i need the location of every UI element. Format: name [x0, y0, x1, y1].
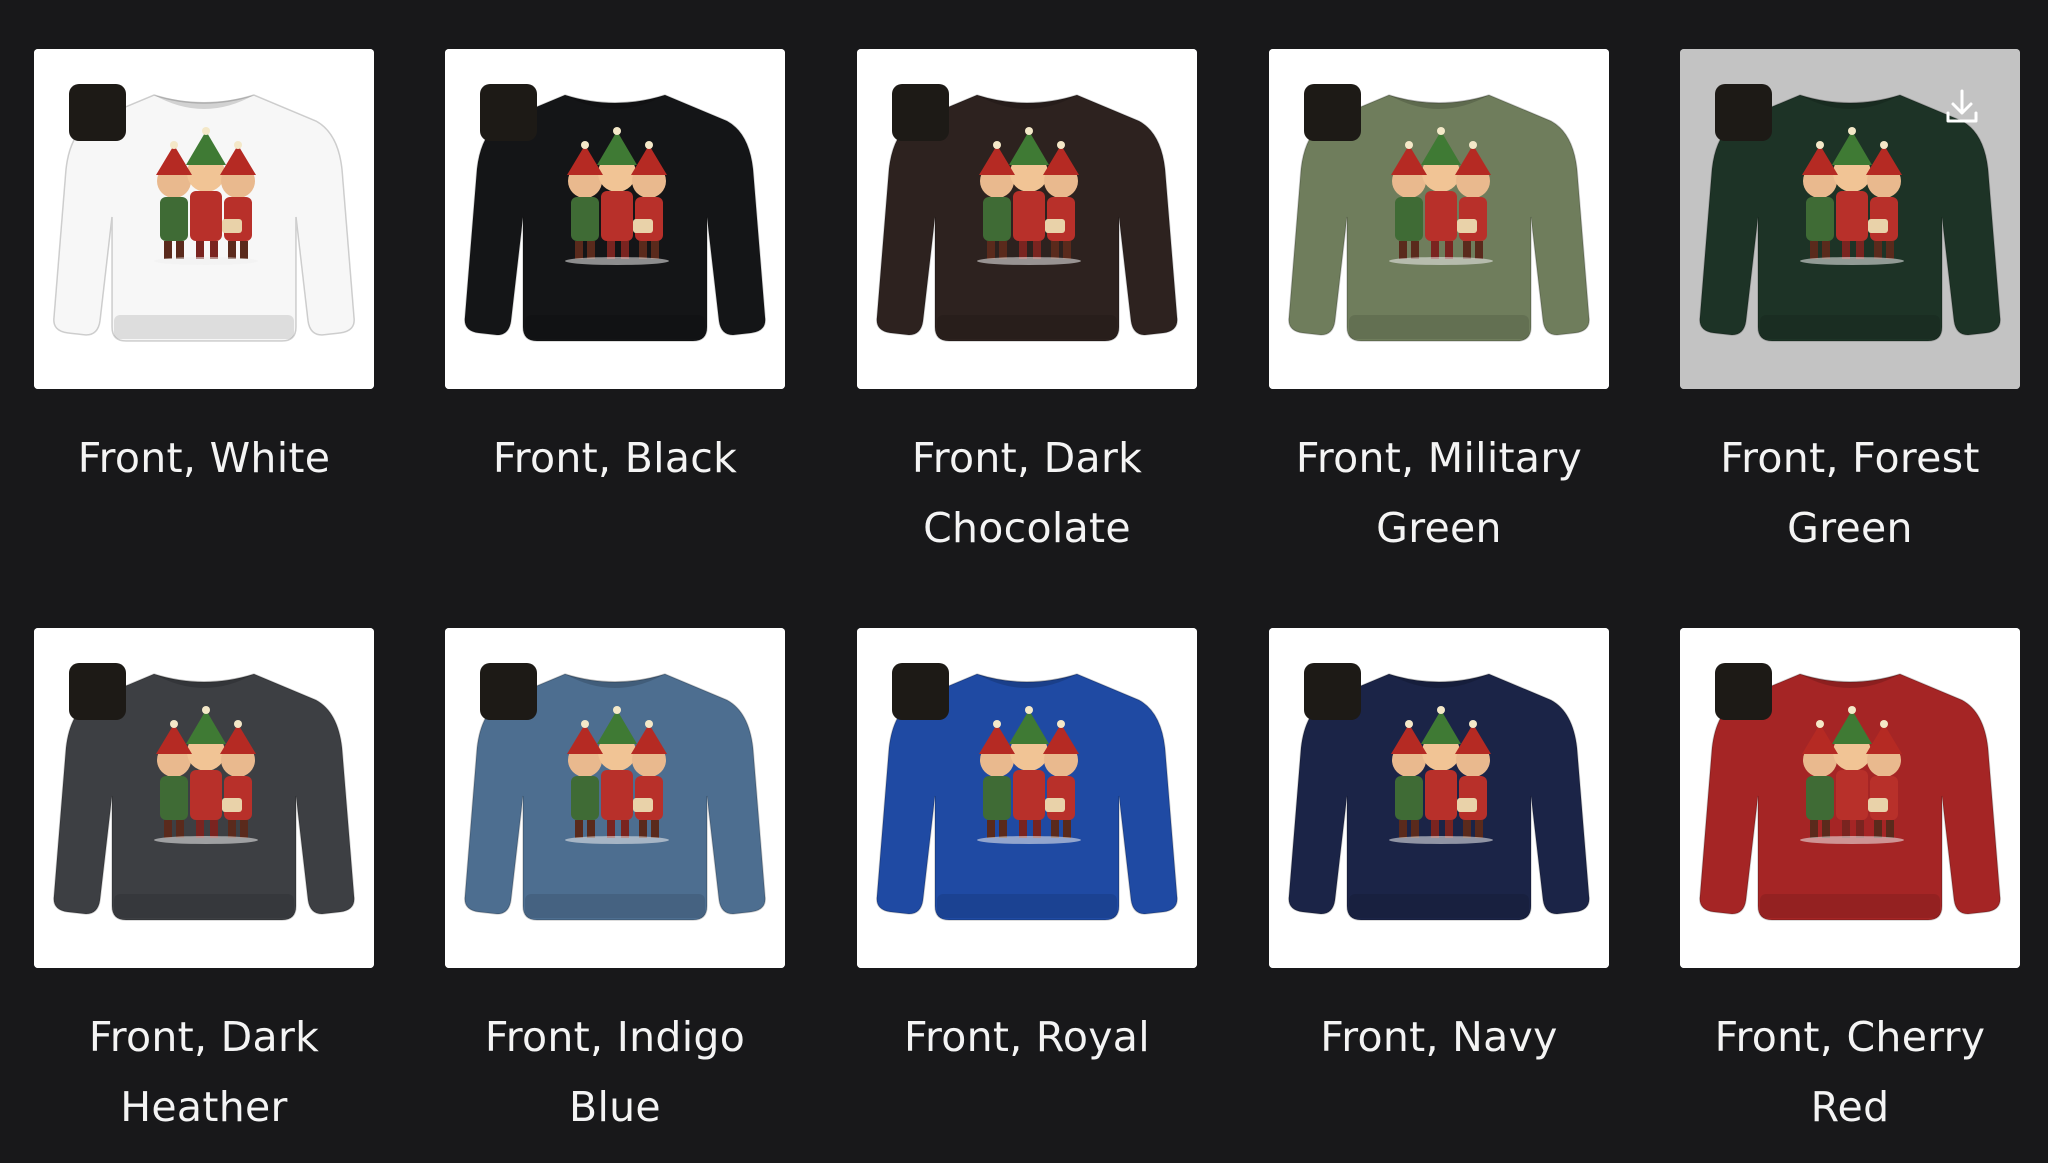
product-label: Front, Cherry Red [1714, 1013, 1986, 1131]
select-checkbox[interactable] [1304, 84, 1361, 141]
select-checkbox[interactable] [892, 84, 949, 141]
mockup-thumbnail[interactable] [445, 628, 785, 968]
mockup-thumbnail[interactable] [34, 49, 374, 389]
product-card[interactable]: Front, Cherry Red [1680, 628, 2020, 1142]
product-label: Front, Dark Chocolate [911, 434, 1143, 552]
select-checkbox[interactable] [1715, 663, 1772, 720]
mockup-thumbnail[interactable] [1680, 49, 2020, 389]
mockup-thumbnail[interactable] [857, 49, 1197, 389]
select-checkbox[interactable] [69, 663, 126, 720]
select-checkbox[interactable] [480, 663, 537, 720]
select-checkbox[interactable] [480, 84, 537, 141]
select-checkbox[interactable] [892, 663, 949, 720]
product-label: Front, Navy [1320, 1013, 1558, 1061]
select-checkbox[interactable] [1715, 84, 1772, 141]
product-card[interactable]: Front, Royal [857, 628, 1197, 1072]
product-label: Front, Dark Heather [88, 1013, 320, 1131]
select-checkbox[interactable] [69, 84, 126, 141]
product-card[interactable]: Front, White [34, 49, 374, 493]
product-label: Front, Indigo Blue [484, 1013, 746, 1131]
mockup-thumbnail[interactable] [1269, 49, 1609, 389]
product-card[interactable]: Front, Black [445, 49, 785, 493]
product-card[interactable]: Front, Military Green [1269, 49, 1609, 563]
product-label: Front, Black [492, 434, 738, 482]
product-card[interactable]: Front, Dark Chocolate [857, 49, 1197, 563]
product-card[interactable]: Front, Dark Heather [34, 628, 374, 1142]
product-label: Front, Military Green [1295, 434, 1583, 552]
product-label: Front, Forest Green [1720, 434, 1980, 552]
mockup-thumbnail[interactable] [857, 628, 1197, 968]
mockup-thumbnail[interactable] [34, 628, 374, 968]
select-checkbox[interactable] [1304, 663, 1361, 720]
mockup-thumbnail[interactable] [445, 49, 785, 389]
mockup-thumbnail[interactable] [1269, 628, 1609, 968]
mockup-thumbnail[interactable] [1680, 628, 2020, 968]
product-card[interactable]: Front, Forest Green [1680, 49, 2020, 563]
product-label: Front, Royal [904, 1013, 1150, 1061]
product-card[interactable]: Front, Navy [1269, 628, 1609, 1072]
download-icon[interactable] [1940, 85, 1984, 129]
product-label: Front, White [77, 434, 331, 482]
mockup-grid: Front, White Front, Black Front, Dark Ch… [0, 0, 2048, 1163]
product-card[interactable]: Front, Indigo Blue [445, 628, 785, 1142]
